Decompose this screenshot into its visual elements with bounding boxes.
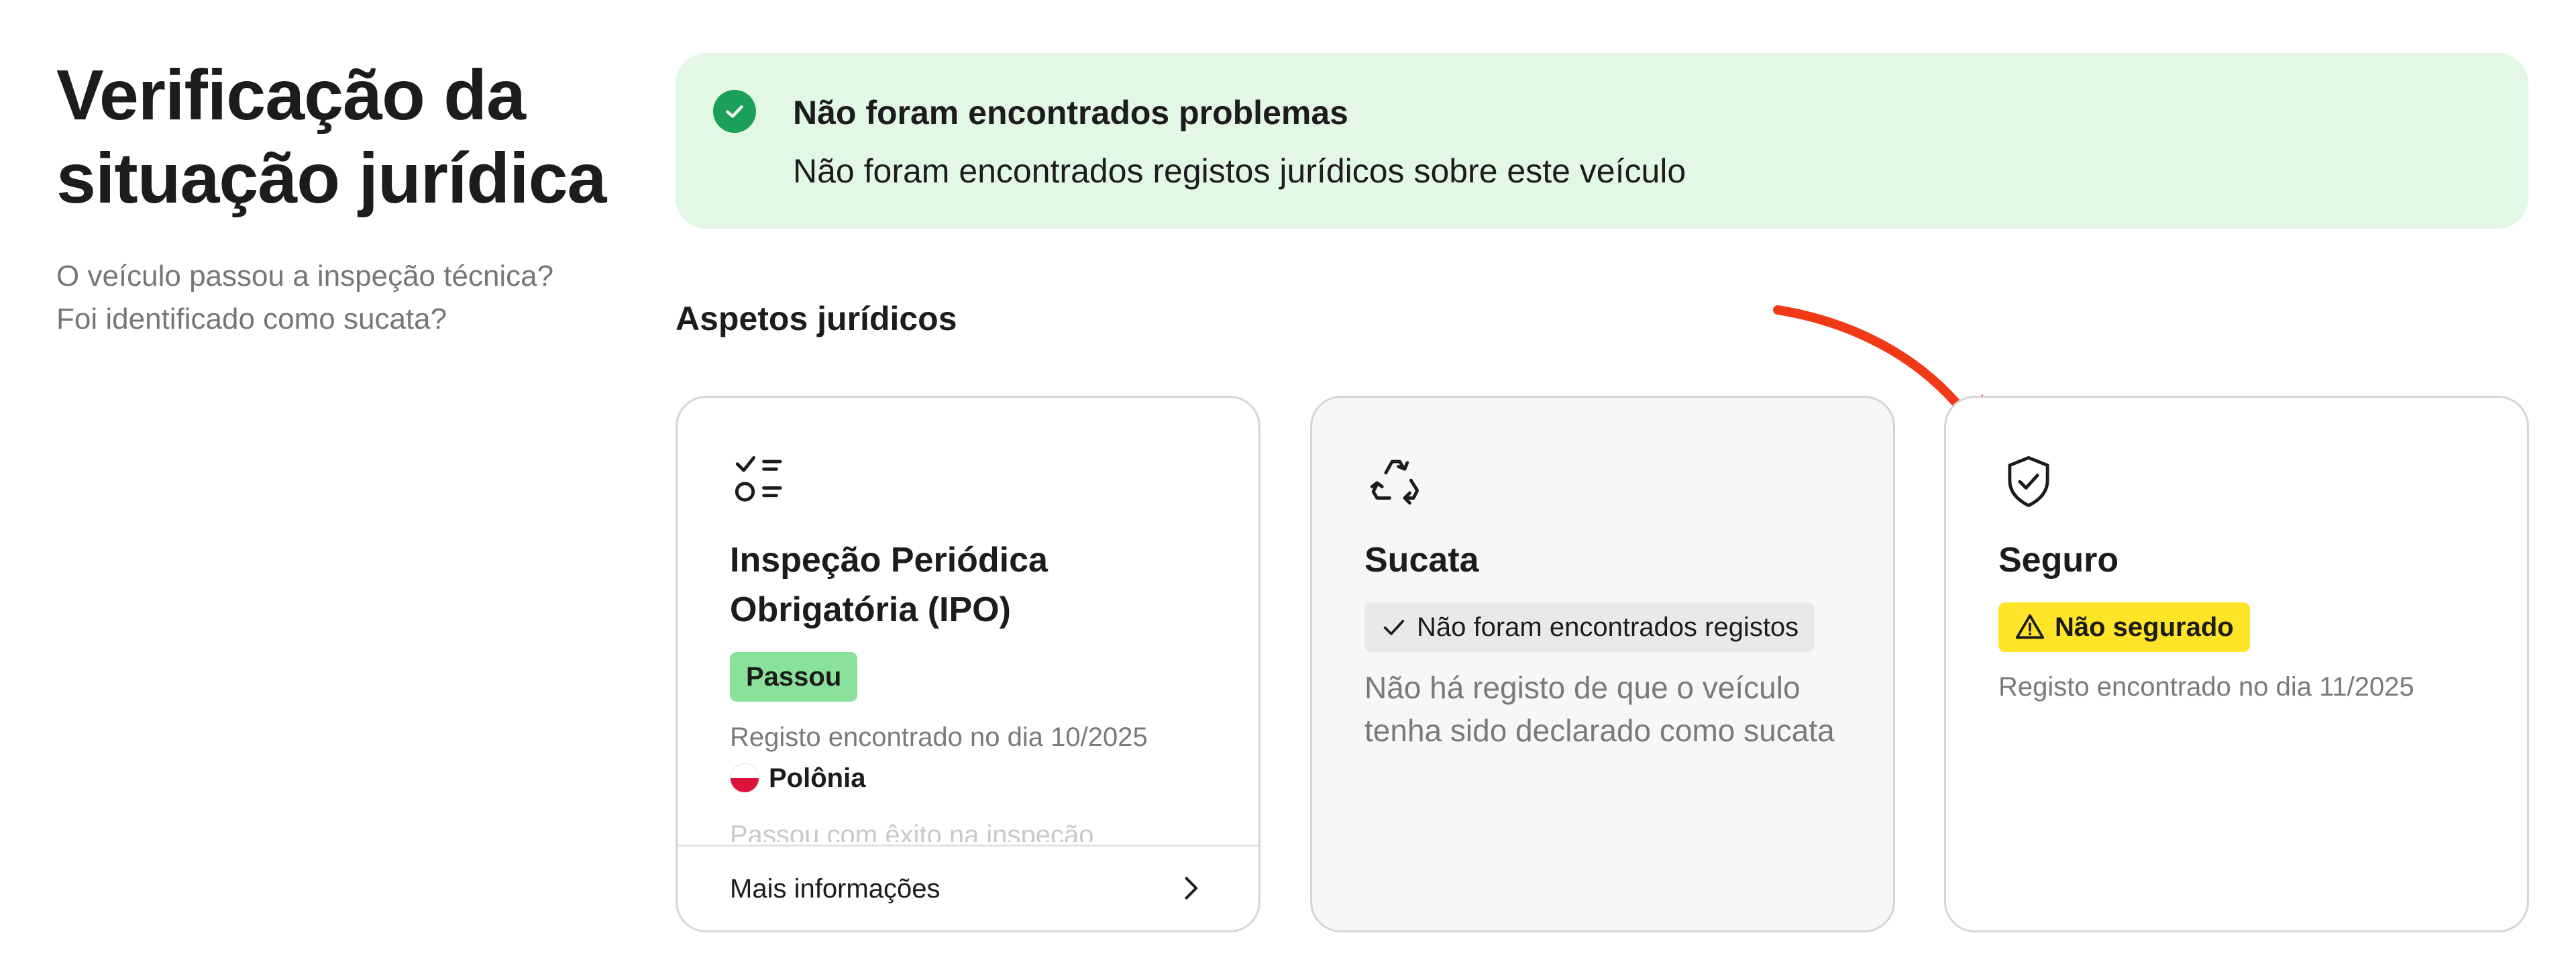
section-heading: Aspetos jurídicos	[676, 300, 957, 337]
scrap-badge-label: Não foram encontrados registos	[1417, 612, 1799, 642]
insurance-badge-label: Não segurado	[2055, 612, 2234, 642]
ipo-country: Polônia	[730, 761, 865, 796]
ipo-card: Inspeção Periódica Obrigatória (IPO) Pas…	[676, 396, 1260, 932]
ipo-status-badge: Passou	[730, 652, 858, 702]
warning-icon	[2015, 614, 2045, 639]
ipo-title: Inspeção Periódica Obrigatória (IPO)	[730, 541, 1048, 629]
shield-check-icon	[2008, 455, 2049, 508]
insurance-record-date: Registo encontrado no dia 11/2025	[1998, 672, 2414, 702]
checklist-icon	[735, 455, 782, 502]
legal-status-page: Verificação da situação jurídica O veícu…	[0, 0, 2576, 972]
intro-column: Verificação da situação jurídica O veícu…	[56, 54, 607, 341]
scrap-title: Sucata	[1364, 541, 1479, 580]
check-circle-icon	[713, 90, 756, 133]
recycle-icon	[1370, 460, 1419, 505]
page-subtitle: O veículo passou a inspeção técnica? Foi…	[56, 255, 606, 341]
insurance-title: Seguro	[1998, 541, 2119, 580]
ipo-country-name: Polônia	[769, 763, 866, 793]
ipo-detail-text: Passou com êxito na inspeção	[730, 820, 1094, 842]
page-title: Verificação da situação jurídica	[56, 56, 607, 218]
scrap-status-badge: Não foram encontrados registos	[1364, 602, 1815, 652]
ipo-more-info-link[interactable]: Mais informações	[678, 845, 1258, 930]
scrap-card: Sucata Não foram encontrados registos Nã…	[1310, 396, 1895, 932]
chevron-right-icon[interactable]	[1175, 873, 1205, 903]
insurance-card: Seguro Não segurado Registo encontrado n…	[1944, 396, 2529, 932]
more-info-label[interactable]: Mais informações	[730, 870, 940, 908]
banner-title: Não foram encontrados problemas	[793, 94, 1348, 131]
poland-flag-icon	[730, 763, 759, 793]
ipo-record-date: Registo encontrado no dia 10/2025	[730, 722, 1148, 752]
subtitle-line-2: Foi identificado como sucata?	[56, 303, 447, 335]
check-icon	[1383, 620, 1405, 635]
scrap-description: Não há registo de que o veículo tenha si…	[1364, 670, 1835, 748]
subtitle-line-1: O veículo passou a inspeção técnica?	[56, 260, 554, 292]
insurance-status-badge: Não segurado	[1998, 602, 2250, 652]
banner-text: Não foram encontrados registos jurídicos…	[793, 152, 1686, 190]
success-banner: Não foram encontrados problemas Não fora…	[676, 53, 2528, 229]
